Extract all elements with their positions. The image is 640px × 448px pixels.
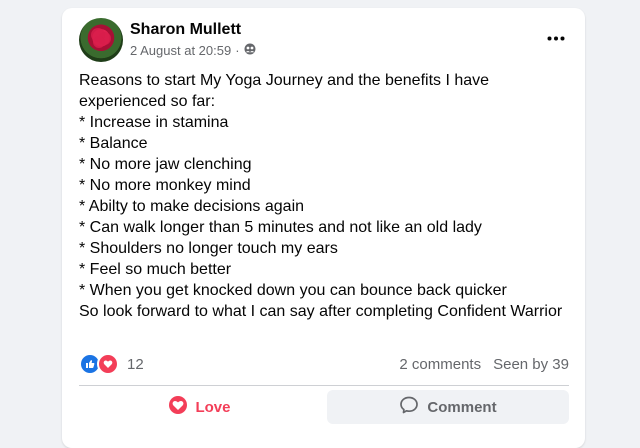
- post-card: Sharon Mullett 2 August at 20:59 · Reaso…: [62, 8, 585, 448]
- avatar[interactable]: [79, 18, 123, 62]
- reactions[interactable]: 12: [79, 353, 144, 375]
- love-label: Love: [195, 398, 231, 416]
- love-icon: [97, 353, 119, 375]
- seen-count[interactable]: Seen by 39: [493, 356, 569, 373]
- more-options-icon[interactable]: [541, 28, 571, 48]
- meta-separator: ·: [235, 43, 240, 58]
- comment-icon: [399, 395, 419, 419]
- comment-label: Comment: [427, 398, 497, 416]
- comments-count[interactable]: 2 comments: [399, 356, 481, 373]
- post-actions: Love Comment: [79, 390, 569, 424]
- divider: [79, 385, 569, 386]
- post-stats: 12 2 comments Seen by 39: [79, 353, 569, 375]
- friends-icon[interactable]: [244, 43, 256, 58]
- reaction-count: 12: [127, 355, 144, 373]
- post-meta: 2 August at 20:59 ·: [130, 43, 256, 58]
- post-date[interactable]: 2 August at 20:59: [130, 43, 231, 58]
- author-name[interactable]: Sharon Mullett: [130, 21, 241, 39]
- love-icon: [169, 396, 188, 418]
- love-button[interactable]: Love: [79, 390, 321, 424]
- post-text: Reasons to start My Yoga Journey and the…: [79, 72, 563, 320]
- comment-button[interactable]: Comment: [327, 390, 569, 424]
